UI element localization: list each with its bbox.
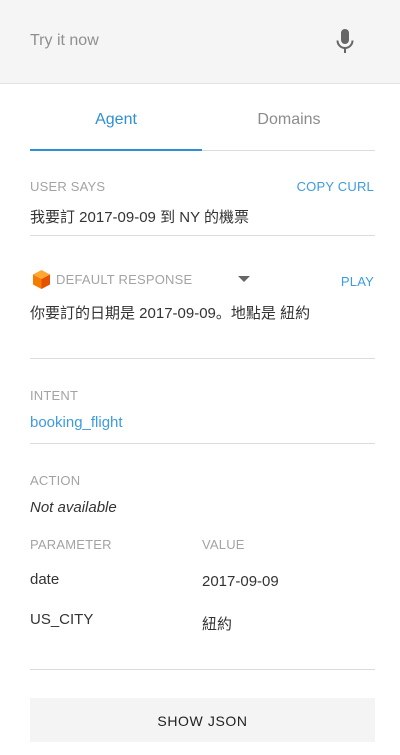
action-value: Not available [30,499,117,516]
default-response-label: DEFAULT RESPONSE [56,272,193,287]
copy-curl-button[interactable]: COPY CURL [297,179,374,194]
caret-down-icon[interactable] [238,276,250,282]
action-label: ACTION [30,473,81,488]
divider [30,443,375,444]
divider [30,235,375,236]
parameter-name: date [30,571,60,588]
tab-domains[interactable]: Domains [203,108,375,150]
default-response-text: 你要訂的日期是 2017-09-09。地點是 紐約 [30,305,311,322]
divider [30,358,375,359]
user-says-label: USER SAYS [30,179,106,194]
microphone-icon[interactable] [334,28,356,56]
user-says-text: 我要訂 2017-09-09 到 NY 的機票 [30,209,249,226]
tab-agent[interactable]: Agent [30,108,202,150]
cube-icon [33,270,50,289]
query-bar [0,0,400,84]
parameter-header: PARAMETER [30,537,112,552]
intent-label: INTENT [30,388,79,403]
divider [30,669,375,670]
intent-link[interactable]: booking_flight [30,414,123,431]
parameter-value: 紐約 [202,616,233,633]
parameter-name: US_CITY [30,611,94,628]
try-it-now-input[interactable] [30,30,310,52]
value-header: VALUE [202,537,245,552]
tab-bar: Agent Domains [30,108,375,152]
play-button[interactable]: PLAY [341,274,374,289]
parameter-value: 2017-09-09 [202,573,279,590]
show-json-button[interactable]: SHOW JSON [30,698,375,742]
active-tab-indicator [30,149,202,151]
